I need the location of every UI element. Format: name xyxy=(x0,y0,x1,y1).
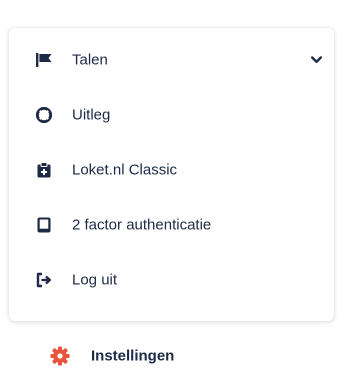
lifebuoy-icon xyxy=(36,106,52,123)
nav-item-label: Instellingen xyxy=(91,347,175,364)
menu-item-loket-classic[interactable]: Loket.nl Classic xyxy=(9,142,334,197)
clipboard-icon xyxy=(36,161,52,178)
menu-item-label: Uitleg xyxy=(72,106,111,123)
menu-item-label: Log uit xyxy=(72,271,118,288)
tablet-icon xyxy=(36,217,52,233)
flag-icon xyxy=(36,52,52,68)
user-dropdown-menu: Talen Uitleg Loket.nl Classic 2 factor a… xyxy=(9,28,334,321)
chevron-down-icon[interactable] xyxy=(310,54,322,66)
sign-out-icon xyxy=(36,272,52,288)
menu-item-label: Loket.nl Classic xyxy=(72,161,178,178)
user-menu-panel: Talen Uitleg Loket.nl Classic 2 factor a… xyxy=(0,0,350,383)
menu-item-talen[interactable]: Talen xyxy=(9,32,334,87)
menu-item-label: 2 factor authenticatie xyxy=(72,216,212,233)
menu-item-2fa[interactable]: 2 factor authenticatie xyxy=(9,197,334,252)
menu-item-label: Talen xyxy=(72,51,108,68)
menu-item-uitleg[interactable]: Uitleg xyxy=(9,87,334,142)
nav-item-instellingen[interactable]: Instellingen xyxy=(0,328,350,383)
menu-item-log-uit[interactable]: Log uit xyxy=(9,252,334,307)
gear-icon xyxy=(50,346,70,366)
